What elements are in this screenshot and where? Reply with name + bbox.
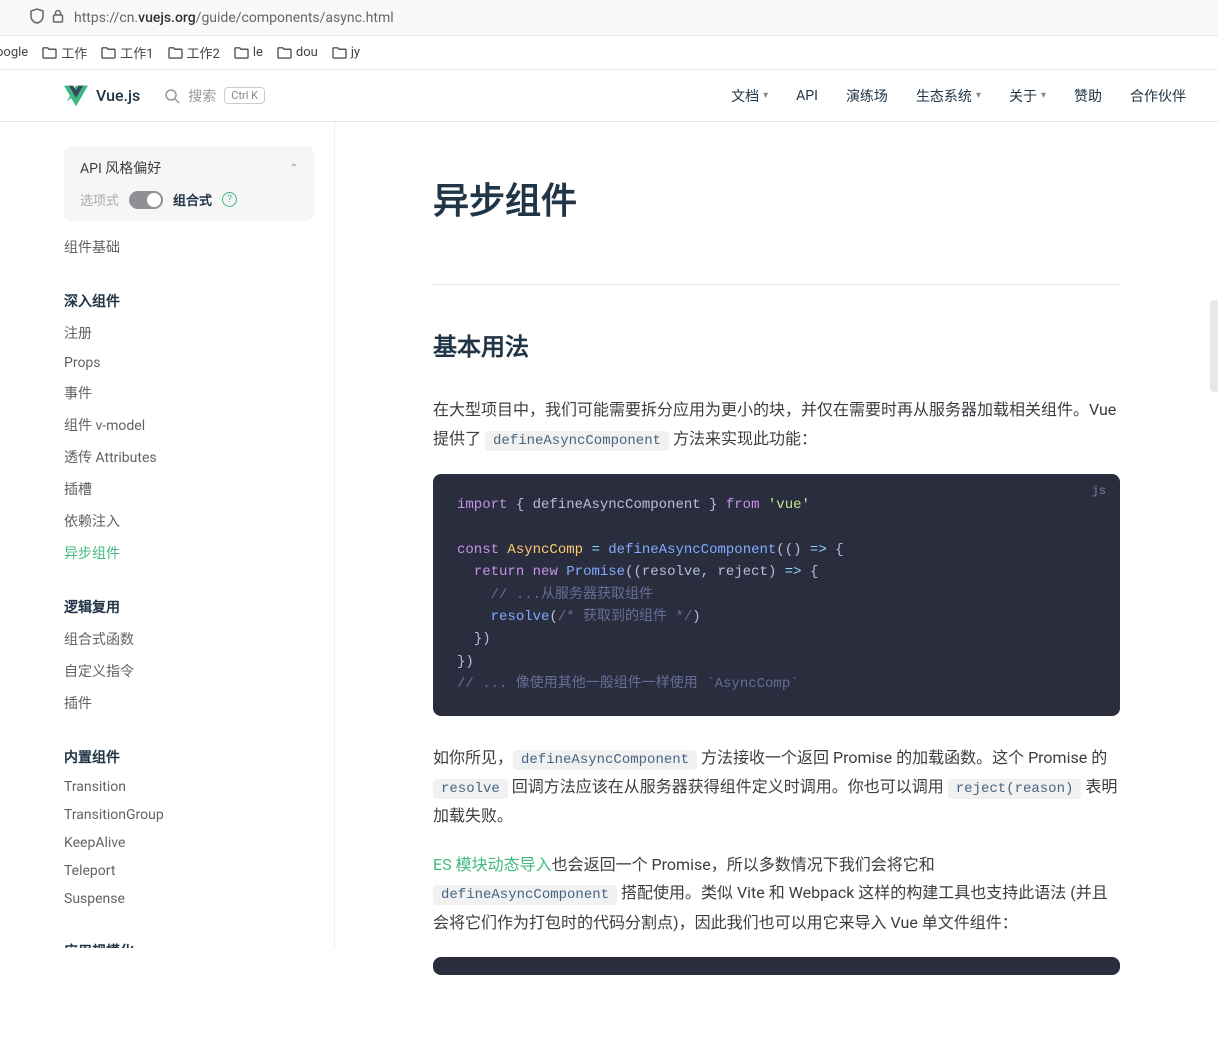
sidebar-item[interactable]: KeepAlive (64, 829, 314, 857)
vue-logo-icon (64, 84, 88, 108)
nav-sponsor[interactable]: 赞助 (1074, 86, 1102, 106)
nav-ecosystem[interactable]: 生态系统 ▾ (916, 86, 981, 106)
options-api-label: 选项式 (80, 190, 119, 209)
sidebar: API 风格偏好 ⌃ 选项式 组合式 ? 组件基础深入组件注册Props事件组件… (0, 122, 335, 948)
nav-partners[interactable]: 合作伙伴 (1130, 86, 1186, 106)
main-content: 异步组件 基本用法 在大型项目中，我们可能需要拆分应用为更小的块，并仅在需要时再… (335, 122, 1218, 1052)
sidebar-item[interactable]: TransitionGroup (64, 801, 314, 829)
inline-code: defineAsyncComponent (513, 750, 697, 770)
chevron-down-icon: ▾ (976, 90, 981, 101)
search-icon (164, 88, 180, 104)
url-text[interactable]: https://cn.vuejs.org/guide/components/as… (74, 10, 394, 26)
bookmarks-bar: oogle 工作 工作1 工作2 le dou jy (0, 36, 1218, 70)
sidebar-item[interactable]: 依赖注入 (64, 505, 314, 537)
divider (433, 284, 1120, 285)
bookmark-item[interactable]: 工作2 (168, 43, 220, 62)
sidebar-section-title: 逻辑复用 (64, 591, 314, 623)
search-box[interactable]: 搜索 Ctrl K (164, 86, 265, 106)
sidebar-item[interactable]: 透传 Attributes (64, 441, 314, 473)
sidebar-item[interactable]: 组件基础 (64, 231, 314, 263)
nav-about[interactable]: 关于 ▾ (1009, 86, 1046, 106)
panel-title: API 风格偏好 (80, 158, 161, 178)
browser-address-bar: https://cn.vuejs.org/guide/components/as… (0, 0, 1218, 36)
right-rail-handle[interactable] (1210, 300, 1218, 392)
nav-api[interactable]: API (796, 86, 818, 106)
bookmark-item[interactable]: oogle (0, 45, 28, 60)
nav-docs[interactable]: 文档 ▾ (731, 86, 768, 106)
chevron-down-icon: ▾ (763, 90, 768, 101)
inline-code: resolve (433, 779, 508, 799)
section-heading: 基本用法 (433, 327, 1120, 362)
code-lang-badge: js (1092, 482, 1106, 501)
inline-code: reject(reason) (948, 779, 1082, 799)
sidebar-section-title: 内置组件 (64, 741, 314, 773)
inline-code: defineAsyncComponent (485, 431, 669, 451)
sidebar-item[interactable]: Suspense (64, 885, 314, 913)
chevron-down-icon: ▾ (1041, 90, 1046, 101)
sidebar-item[interactable]: 组合式函数 (64, 623, 314, 655)
sidebar-section-title: 深入组件 (64, 285, 314, 317)
sidebar-item[interactable]: Teleport (64, 857, 314, 885)
lock-icon (52, 8, 64, 27)
paragraph: 在大型项目中，我们可能需要拆分应用为更小的块，并仅在需要时再从服务器加载相关组件… (433, 396, 1120, 454)
bookmark-item[interactable]: 工作1 (101, 43, 153, 62)
chevron-up-icon[interactable]: ⌃ (290, 163, 298, 174)
nav-playground[interactable]: 演练场 (846, 86, 888, 106)
logo[interactable]: Vue.js (64, 84, 140, 108)
code-block (433, 957, 1120, 975)
api-preference-panel: API 风格偏好 ⌃ 选项式 组合式 ? (64, 146, 314, 221)
search-shortcut: Ctrl K (224, 87, 265, 104)
bookmark-item[interactable]: le (234, 45, 263, 60)
sidebar-item[interactable]: 事件 (64, 377, 314, 409)
bookmark-item[interactable]: dou (277, 45, 318, 60)
code-block: js import { defineAsyncComponent } from … (433, 474, 1120, 716)
help-icon[interactable]: ? (222, 192, 237, 207)
inline-code: defineAsyncComponent (433, 885, 617, 905)
paragraph: ES 模块动态导入也会返回一个 Promise，所以多数情况下我们会将它和 de… (433, 851, 1120, 938)
composition-api-label: 组合式 (173, 190, 212, 209)
sidebar-item[interactable]: Transition (64, 773, 314, 801)
sidebar-item[interactable]: 自定义指令 (64, 655, 314, 687)
api-toggle[interactable] (129, 191, 163, 209)
search-placeholder: 搜索 (188, 86, 216, 106)
sidebar-item[interactable]: 插件 (64, 687, 314, 719)
brand-text: Vue.js (96, 86, 140, 105)
top-nav: Vue.js 搜索 Ctrl K 文档 ▾ API 演练场 生态系统 ▾ 关于 … (0, 70, 1218, 122)
sidebar-item[interactable]: 注册 (64, 317, 314, 349)
sidebar-section-title: 应用规模化 (64, 935, 314, 948)
shield-icon (30, 8, 44, 28)
nav-links: 文档 ▾ API 演练场 生态系统 ▾ 关于 ▾ 赞助 合作伙伴 (731, 86, 1186, 106)
sidebar-item[interactable]: Props (64, 349, 314, 377)
bookmark-item[interactable]: jy (332, 45, 360, 60)
paragraph: 如你所见，defineAsyncComponent 方法接收一个返回 Promi… (433, 744, 1120, 831)
external-link[interactable]: ES 模块动态导入 (433, 855, 552, 874)
sidebar-item[interactable]: 组件 v-model (64, 409, 314, 441)
sidebar-item[interactable]: 插槽 (64, 473, 314, 505)
sidebar-item[interactable]: 异步组件 (64, 537, 314, 569)
bookmark-item[interactable]: 工作 (42, 43, 87, 62)
page-title: 异步组件 (433, 172, 1120, 224)
